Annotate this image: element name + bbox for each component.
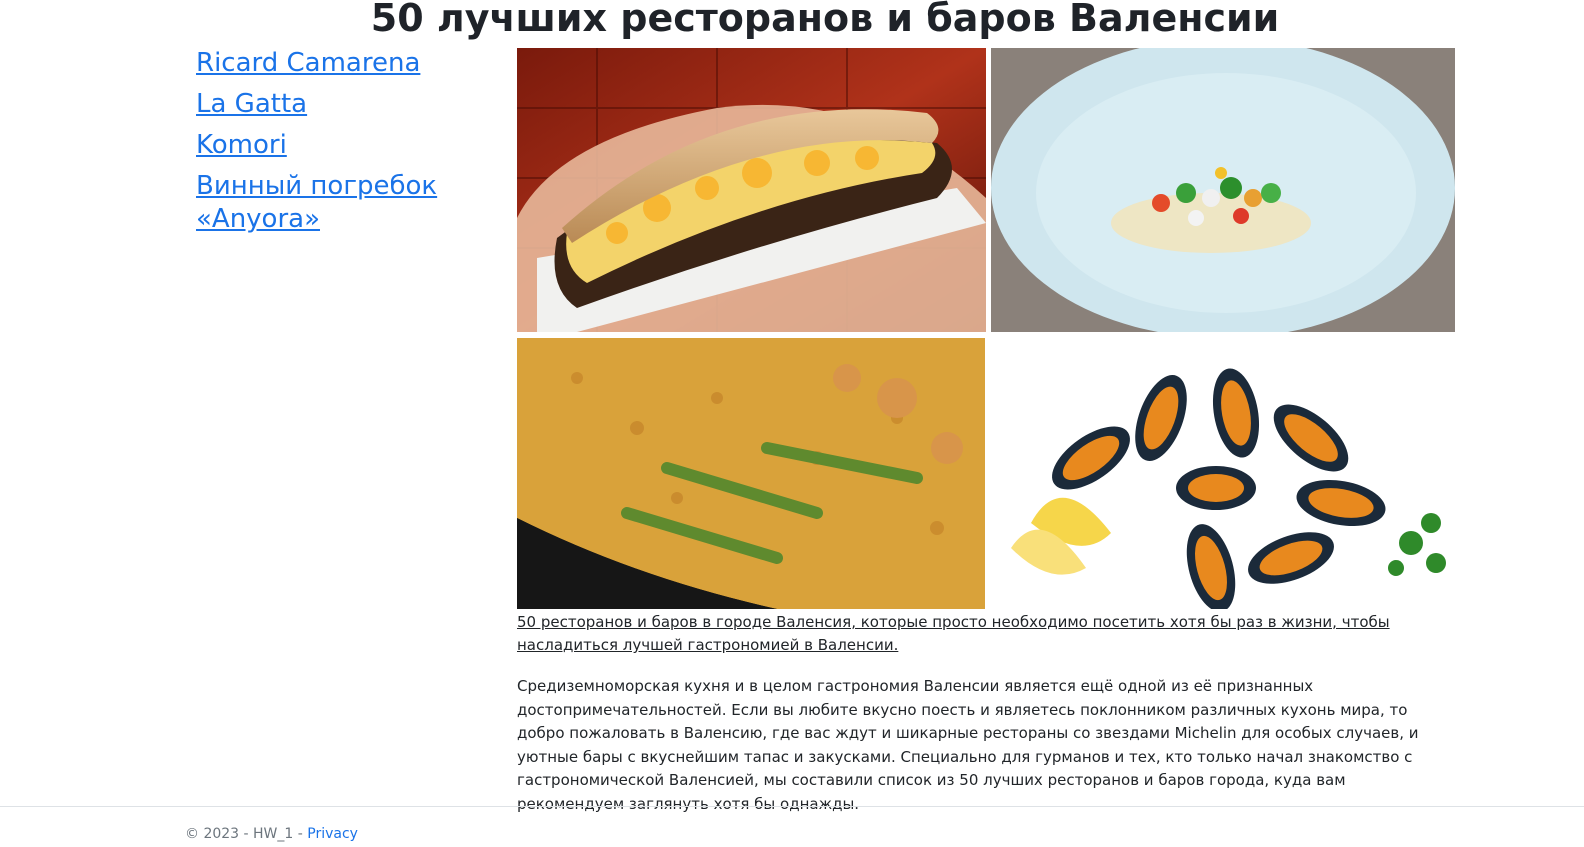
food-gallery	[517, 48, 1455, 609]
privacy-link[interactable]: Privacy	[307, 826, 358, 842]
sidebar-link-komori[interactable]: Komori	[196, 129, 496, 162]
page-title: 50 лучших ресторанов и баров Валенсии	[370, 0, 1280, 40]
sidebar-nav: Ricard Camarena La Gatta Komori Винный п…	[196, 47, 496, 244]
paella-photo	[517, 338, 985, 609]
footer: © 2023 - HW_1 - Privacy	[185, 826, 358, 842]
mussels-photo	[991, 338, 1455, 609]
footer-divider	[0, 806, 1584, 807]
sidebar-link-anyora[interactable]: Винный погребок «Anyora»	[196, 170, 496, 236]
article-description: Средиземноморская кухня и в целом гастро…	[517, 677, 1419, 813]
article-caption-link[interactable]: 50 ресторанов и баров в городе Валенсия,…	[517, 611, 1437, 657]
sidebar-link-ricard-camarena[interactable]: Ricard Camarena	[196, 47, 496, 80]
footer-copyright: © 2023 - HW_1 -	[185, 826, 303, 842]
sidebar-link-la-gatta[interactable]: La Gatta	[196, 88, 496, 121]
plated-dish-photo	[991, 48, 1455, 332]
sandwich-photo	[517, 48, 986, 332]
